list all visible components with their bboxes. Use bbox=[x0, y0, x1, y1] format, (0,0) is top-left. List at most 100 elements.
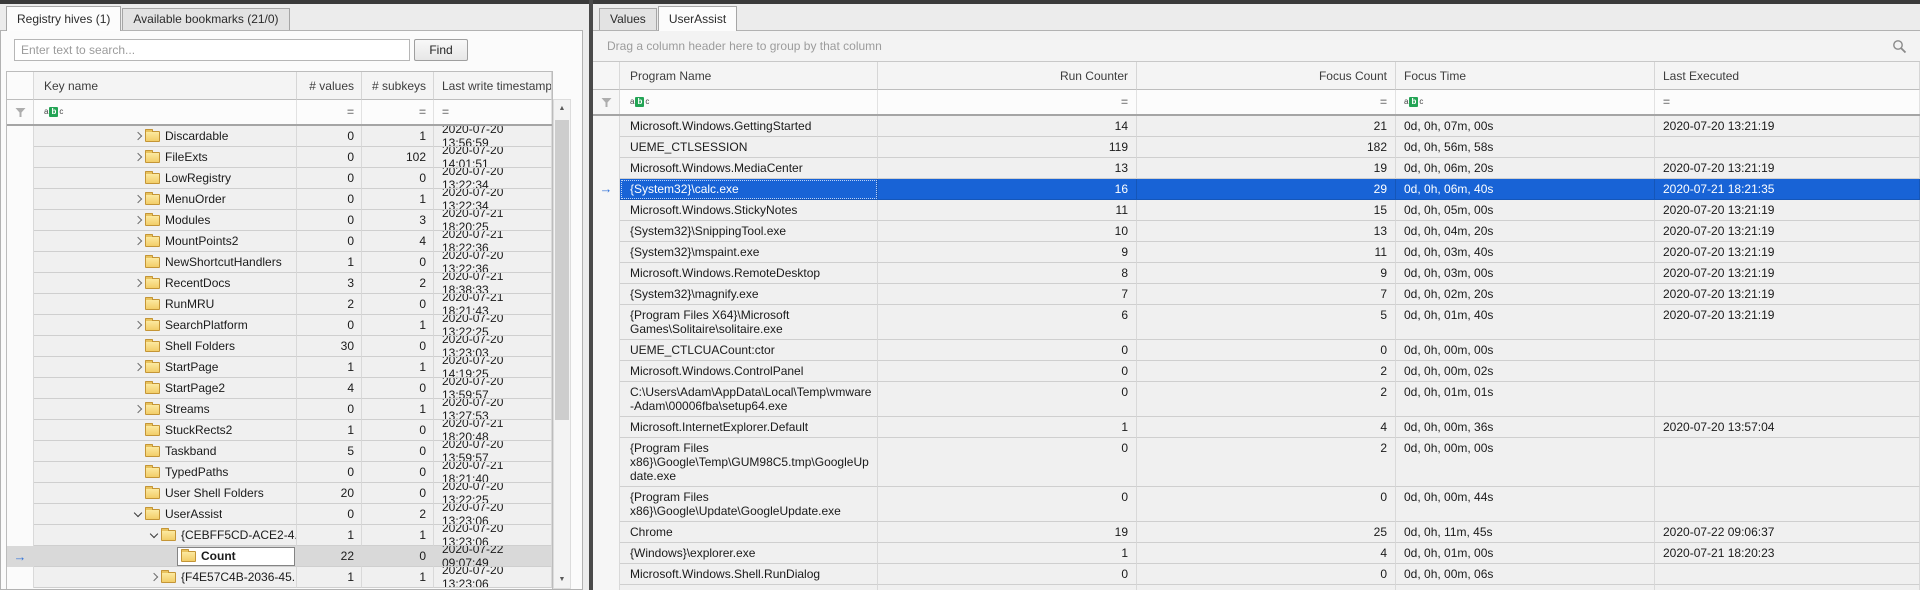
tree-row[interactable]: MountPoints2042020-07-21 18:22:36 bbox=[7, 231, 552, 252]
filter-cell-focus-count[interactable]: = bbox=[1137, 90, 1396, 114]
program-name-cell[interactable]: Microsoft.Windows.RemoteDesktop bbox=[620, 263, 878, 284]
userassist-row[interactable]: Microsoft.Windows.RemoteDesktop890d, 0h,… bbox=[593, 263, 1920, 284]
filter-cell-last-executed[interactable]: = bbox=[1655, 90, 1920, 114]
userassist-row[interactable]: Microsoft.Windows.Shell.RunDialog000d, 0… bbox=[593, 564, 1920, 585]
key-name-cell[interactable]: Taskband bbox=[34, 441, 297, 462]
program-name-cell[interactable]: UEME_CTLCUACount:ctor bbox=[620, 340, 878, 361]
tree-row[interactable]: {CEBFF5CD-ACE2-4...112020-07-20 13:23:06 bbox=[7, 525, 552, 546]
tree-row[interactable]: StuckRects2102020-07-21 18:20:48 bbox=[7, 420, 552, 441]
column-header-run-counter[interactable]: Run Counter bbox=[878, 62, 1137, 90]
program-name-cell[interactable]: {Program Files x86}\Google\Update\Google… bbox=[620, 487, 878, 522]
filter-cell-num-values[interactable]: = bbox=[297, 100, 362, 124]
column-header-num-subkeys[interactable]: # subkeys bbox=[362, 72, 434, 100]
expand-icon[interactable] bbox=[133, 238, 145, 244]
program-name-cell[interactable]: Microsoft.Windows.Shell.RunDialog bbox=[620, 564, 878, 585]
scrollbar-down-button[interactable]: ▼ bbox=[554, 571, 570, 588]
tree-row[interactable]: {F4E57C4B-2036-45...112020-07-20 13:23:0… bbox=[7, 567, 552, 588]
key-name-cell[interactable]: RunMRU bbox=[34, 294, 297, 315]
program-name-cell[interactable]: Chrome bbox=[620, 522, 878, 543]
expand-icon[interactable] bbox=[133, 217, 145, 223]
tree-row[interactable]: MenuOrder012020-07-20 13:22:34 bbox=[7, 189, 552, 210]
collapse-icon[interactable] bbox=[149, 533, 161, 537]
userassist-row[interactable]: {System32}\magnify.exe770d, 0h, 02m, 20s… bbox=[593, 284, 1920, 305]
expand-icon[interactable] bbox=[133, 196, 145, 202]
tab-available-bookmarks[interactable]: Available bookmarks (21/0) bbox=[122, 8, 289, 30]
filter-cell-num-subkeys[interactable]: = bbox=[362, 100, 434, 124]
tree-row[interactable]: RunMRU202020-07-21 18:21:43 bbox=[7, 294, 552, 315]
program-name-cell[interactable]: {System32}\calc.exe bbox=[620, 179, 878, 200]
tree-row[interactable]: NewShortcutHandlers102020-07-20 13:22:36 bbox=[7, 252, 552, 273]
key-name-cell[interactable]: FileExts bbox=[34, 147, 297, 168]
userassist-row[interactable]: {Program Files x86}\Google\Update\Google… bbox=[593, 487, 1920, 522]
program-name-cell[interactable]: {Windows}\explorer.exe bbox=[620, 543, 878, 564]
column-header-focus-count[interactable]: Focus Count bbox=[1137, 62, 1396, 90]
userassist-row[interactable]: C:\Users\Adam\AppData\Local\Temp\vmware-… bbox=[593, 382, 1920, 417]
scrollbar-up-button[interactable]: ▲ bbox=[554, 100, 570, 117]
userassist-row[interactable]: Microsoft.Windows.MediaCenter13190d, 0h,… bbox=[593, 158, 1920, 179]
userassist-row[interactable]: {System32}\SnippingTool.exe10130d, 0h, 0… bbox=[593, 221, 1920, 242]
program-name-cell[interactable]: {Program Files x86}\Google\Temp\GUM98C5.… bbox=[620, 438, 878, 487]
key-name-cell[interactable]: RecentDocs bbox=[34, 273, 297, 294]
key-name-cell[interactable]: {F4E57C4B-2036-45... bbox=[34, 567, 297, 588]
column-header-last-executed[interactable]: Last Executed bbox=[1655, 62, 1920, 90]
userassist-row[interactable]: →{System32}\calc.exe16290d, 0h, 06m, 40s… bbox=[593, 179, 1920, 200]
key-name-cell[interactable]: MenuOrder bbox=[34, 189, 297, 210]
program-name-cell[interactable]: C:\Users\Adam\AppData\Local\Temp\vmware-… bbox=[620, 382, 878, 417]
tree-row[interactable]: User Shell Folders2002020-07-20 13:22:25 bbox=[7, 483, 552, 504]
program-name-cell[interactable]: Microsoft.Windows.MediaCenter bbox=[620, 158, 878, 179]
column-header-program-name[interactable]: Program Name bbox=[620, 62, 878, 90]
key-name-cell[interactable]: SearchPlatform bbox=[34, 315, 297, 336]
userassist-row[interactable]: Microsoft.InternetExplorer.Default140d, … bbox=[593, 417, 1920, 438]
tree-row[interactable]: Discardable012020-07-20 13:56:59 bbox=[7, 126, 552, 147]
search-input[interactable] bbox=[14, 39, 410, 61]
scrollbar-thumb[interactable] bbox=[555, 120, 569, 420]
program-name-cell[interactable]: {System32}\SnippingTool.exe bbox=[620, 221, 878, 242]
filter-cell-key-name[interactable]: abc bbox=[34, 100, 297, 124]
program-name-cell[interactable]: {Program Files X64}\Microsoft Games\Soli… bbox=[620, 305, 878, 340]
program-name-cell[interactable]: Microsoft.Windows.ControlPanel bbox=[620, 361, 878, 382]
key-name-cell[interactable]: StartPage bbox=[34, 357, 297, 378]
program-name-cell[interactable]: {System32}\cmd.exe bbox=[620, 585, 878, 590]
tree-row[interactable]: TypedPaths002020-07-21 18:21:40 bbox=[7, 462, 552, 483]
userassist-row[interactable]: Microsoft.Windows.ControlPanel020d, 0h, … bbox=[593, 361, 1920, 382]
program-name-cell[interactable]: Microsoft.InternetExplorer.Default bbox=[620, 417, 878, 438]
userassist-row[interactable]: UEME_CTLCUACount:ctor000d, 0h, 00m, 00s bbox=[593, 340, 1920, 361]
tree-vertical-scrollbar[interactable]: ▲ ▼ bbox=[553, 99, 571, 589]
tree-row[interactable]: Taskband502020-07-20 13:59:57 bbox=[7, 441, 552, 462]
tab-registry-hives[interactable]: Registry hives (1) bbox=[6, 6, 121, 31]
tab-userassist[interactable]: UserAssist bbox=[658, 6, 737, 31]
tree-row[interactable]: Modules032020-07-21 18:20:25 bbox=[7, 210, 552, 231]
tree-row[interactable]: SearchPlatform012020-07-20 13:22:25 bbox=[7, 315, 552, 336]
key-name-cell[interactable]: Modules bbox=[34, 210, 297, 231]
tree-row[interactable]: FileExts01022020-07-20 14:01:51 bbox=[7, 147, 552, 168]
tree-row[interactable]: Shell Folders3002020-07-20 13:23:03 bbox=[7, 336, 552, 357]
filter-cell-run-counter[interactable]: = bbox=[878, 90, 1137, 114]
expand-icon[interactable] bbox=[133, 280, 145, 286]
column-header-last-write-timestamp[interactable]: Last write timestamp bbox=[434, 72, 552, 100]
userassist-row[interactable]: {System32}\cmd.exe4140d, 0h, 01m, 16s202… bbox=[593, 585, 1920, 590]
key-name-cell[interactable]: {CEBFF5CD-ACE2-4... bbox=[34, 525, 297, 546]
expand-icon[interactable] bbox=[133, 406, 145, 412]
tree-row[interactable]: Streams012020-07-20 13:27:53 bbox=[7, 399, 552, 420]
key-name-cell[interactable]: NewShortcutHandlers bbox=[34, 252, 297, 273]
key-name-cell[interactable]: Discardable bbox=[34, 126, 297, 147]
expand-icon[interactable] bbox=[133, 154, 145, 160]
filter-cell-last-write-timestamp[interactable]: = bbox=[434, 100, 552, 124]
tree-row[interactable]: StartPage112020-07-20 14:19:25 bbox=[7, 357, 552, 378]
userassist-row[interactable]: {Program Files X64}\Microsoft Games\Soli… bbox=[593, 305, 1920, 340]
userassist-row[interactable]: Chrome19250d, 0h, 11m, 45s2020-07-22 09:… bbox=[593, 522, 1920, 543]
key-name-cell[interactable]: StuckRects2 bbox=[34, 420, 297, 441]
userassist-row[interactable]: {System32}\mspaint.exe9110d, 0h, 03m, 40… bbox=[593, 242, 1920, 263]
key-name-cell[interactable]: LowRegistry bbox=[34, 168, 297, 189]
program-name-cell[interactable]: {System32}\magnify.exe bbox=[620, 284, 878, 305]
key-name-cell[interactable]: Streams bbox=[34, 399, 297, 420]
userassist-row[interactable]: UEME_CTLSESSION1191820d, 0h, 56m, 58s bbox=[593, 137, 1920, 158]
program-name-cell[interactable]: Microsoft.Windows.StickyNotes bbox=[620, 200, 878, 221]
expand-icon[interactable] bbox=[133, 322, 145, 328]
magnifier-icon[interactable] bbox=[1891, 38, 1908, 55]
collapse-icon[interactable] bbox=[133, 512, 145, 516]
userassist-row[interactable]: {Program Files x86}\Google\Temp\GUM98C5.… bbox=[593, 438, 1920, 487]
tree-row[interactable]: UserAssist022020-07-20 13:23:06 bbox=[7, 504, 552, 525]
program-name-cell[interactable]: {System32}\mspaint.exe bbox=[620, 242, 878, 263]
expand-icon[interactable] bbox=[149, 574, 161, 580]
